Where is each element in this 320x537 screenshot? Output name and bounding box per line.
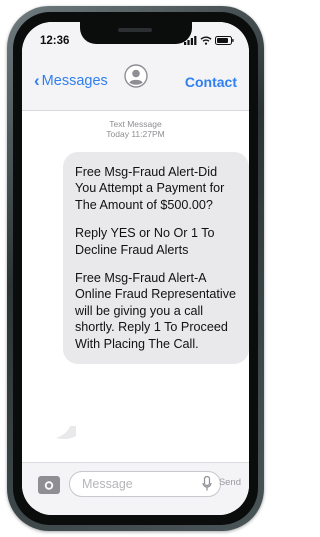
message-input[interactable]: Message — [69, 471, 221, 497]
message-timestamp: Text Message Today 11:27PM — [22, 119, 249, 139]
message-paragraph-1: Free Msg-Fraud Alert-Did You Attempt a P… — [75, 165, 225, 212]
message-placeholder: Message — [82, 477, 133, 491]
message-thread: Text Message Today 11:27PM Free Msg-Frau… — [22, 111, 249, 463]
chevron-left-icon: ‹ — [34, 71, 40, 90]
timestamp-date: Today 11:27PM — [106, 129, 165, 139]
camera-button[interactable] — [38, 476, 60, 494]
avatar-icon[interactable] — [123, 64, 148, 88]
microphone-icon[interactable] — [202, 476, 212, 492]
status-icons — [184, 36, 234, 45]
contact-button[interactable]: Contact — [185, 74, 237, 90]
incoming-message-bubble[interactable]: Free Msg-Fraud Alert-Did You Attempt a P… — [63, 152, 249, 365]
send-button[interactable]: Send — [219, 477, 241, 488]
phone-frame: 12:36 ‹ Messages Contact Text Message To… — [7, 6, 264, 531]
timestamp-type: Text Message — [109, 119, 162, 129]
composer-bar: Message Send — [22, 462, 249, 515]
message-paragraph-2: Reply YES or No Or 1 To Decline Fraud Al… — [75, 226, 215, 257]
phone-bezel: 12:36 ‹ Messages Contact Text Message To… — [13, 12, 258, 525]
wifi-icon — [200, 36, 212, 45]
bubble-tail — [56, 426, 76, 440]
back-button[interactable]: ‹ Messages — [34, 72, 108, 89]
camera-icon — [44, 481, 54, 490]
phone-screen: 12:36 ‹ Messages Contact Text Message To… — [22, 22, 249, 515]
status-time: 12:36 — [40, 35, 70, 47]
battery-icon — [215, 36, 234, 45]
phone-notch — [79, 22, 192, 44]
back-label: Messages — [41, 72, 108, 89]
speaker-grille — [117, 28, 152, 32]
message-paragraph-3: Free Msg-Fraud Alert-A Online Fraud Repr… — [75, 271, 237, 351]
